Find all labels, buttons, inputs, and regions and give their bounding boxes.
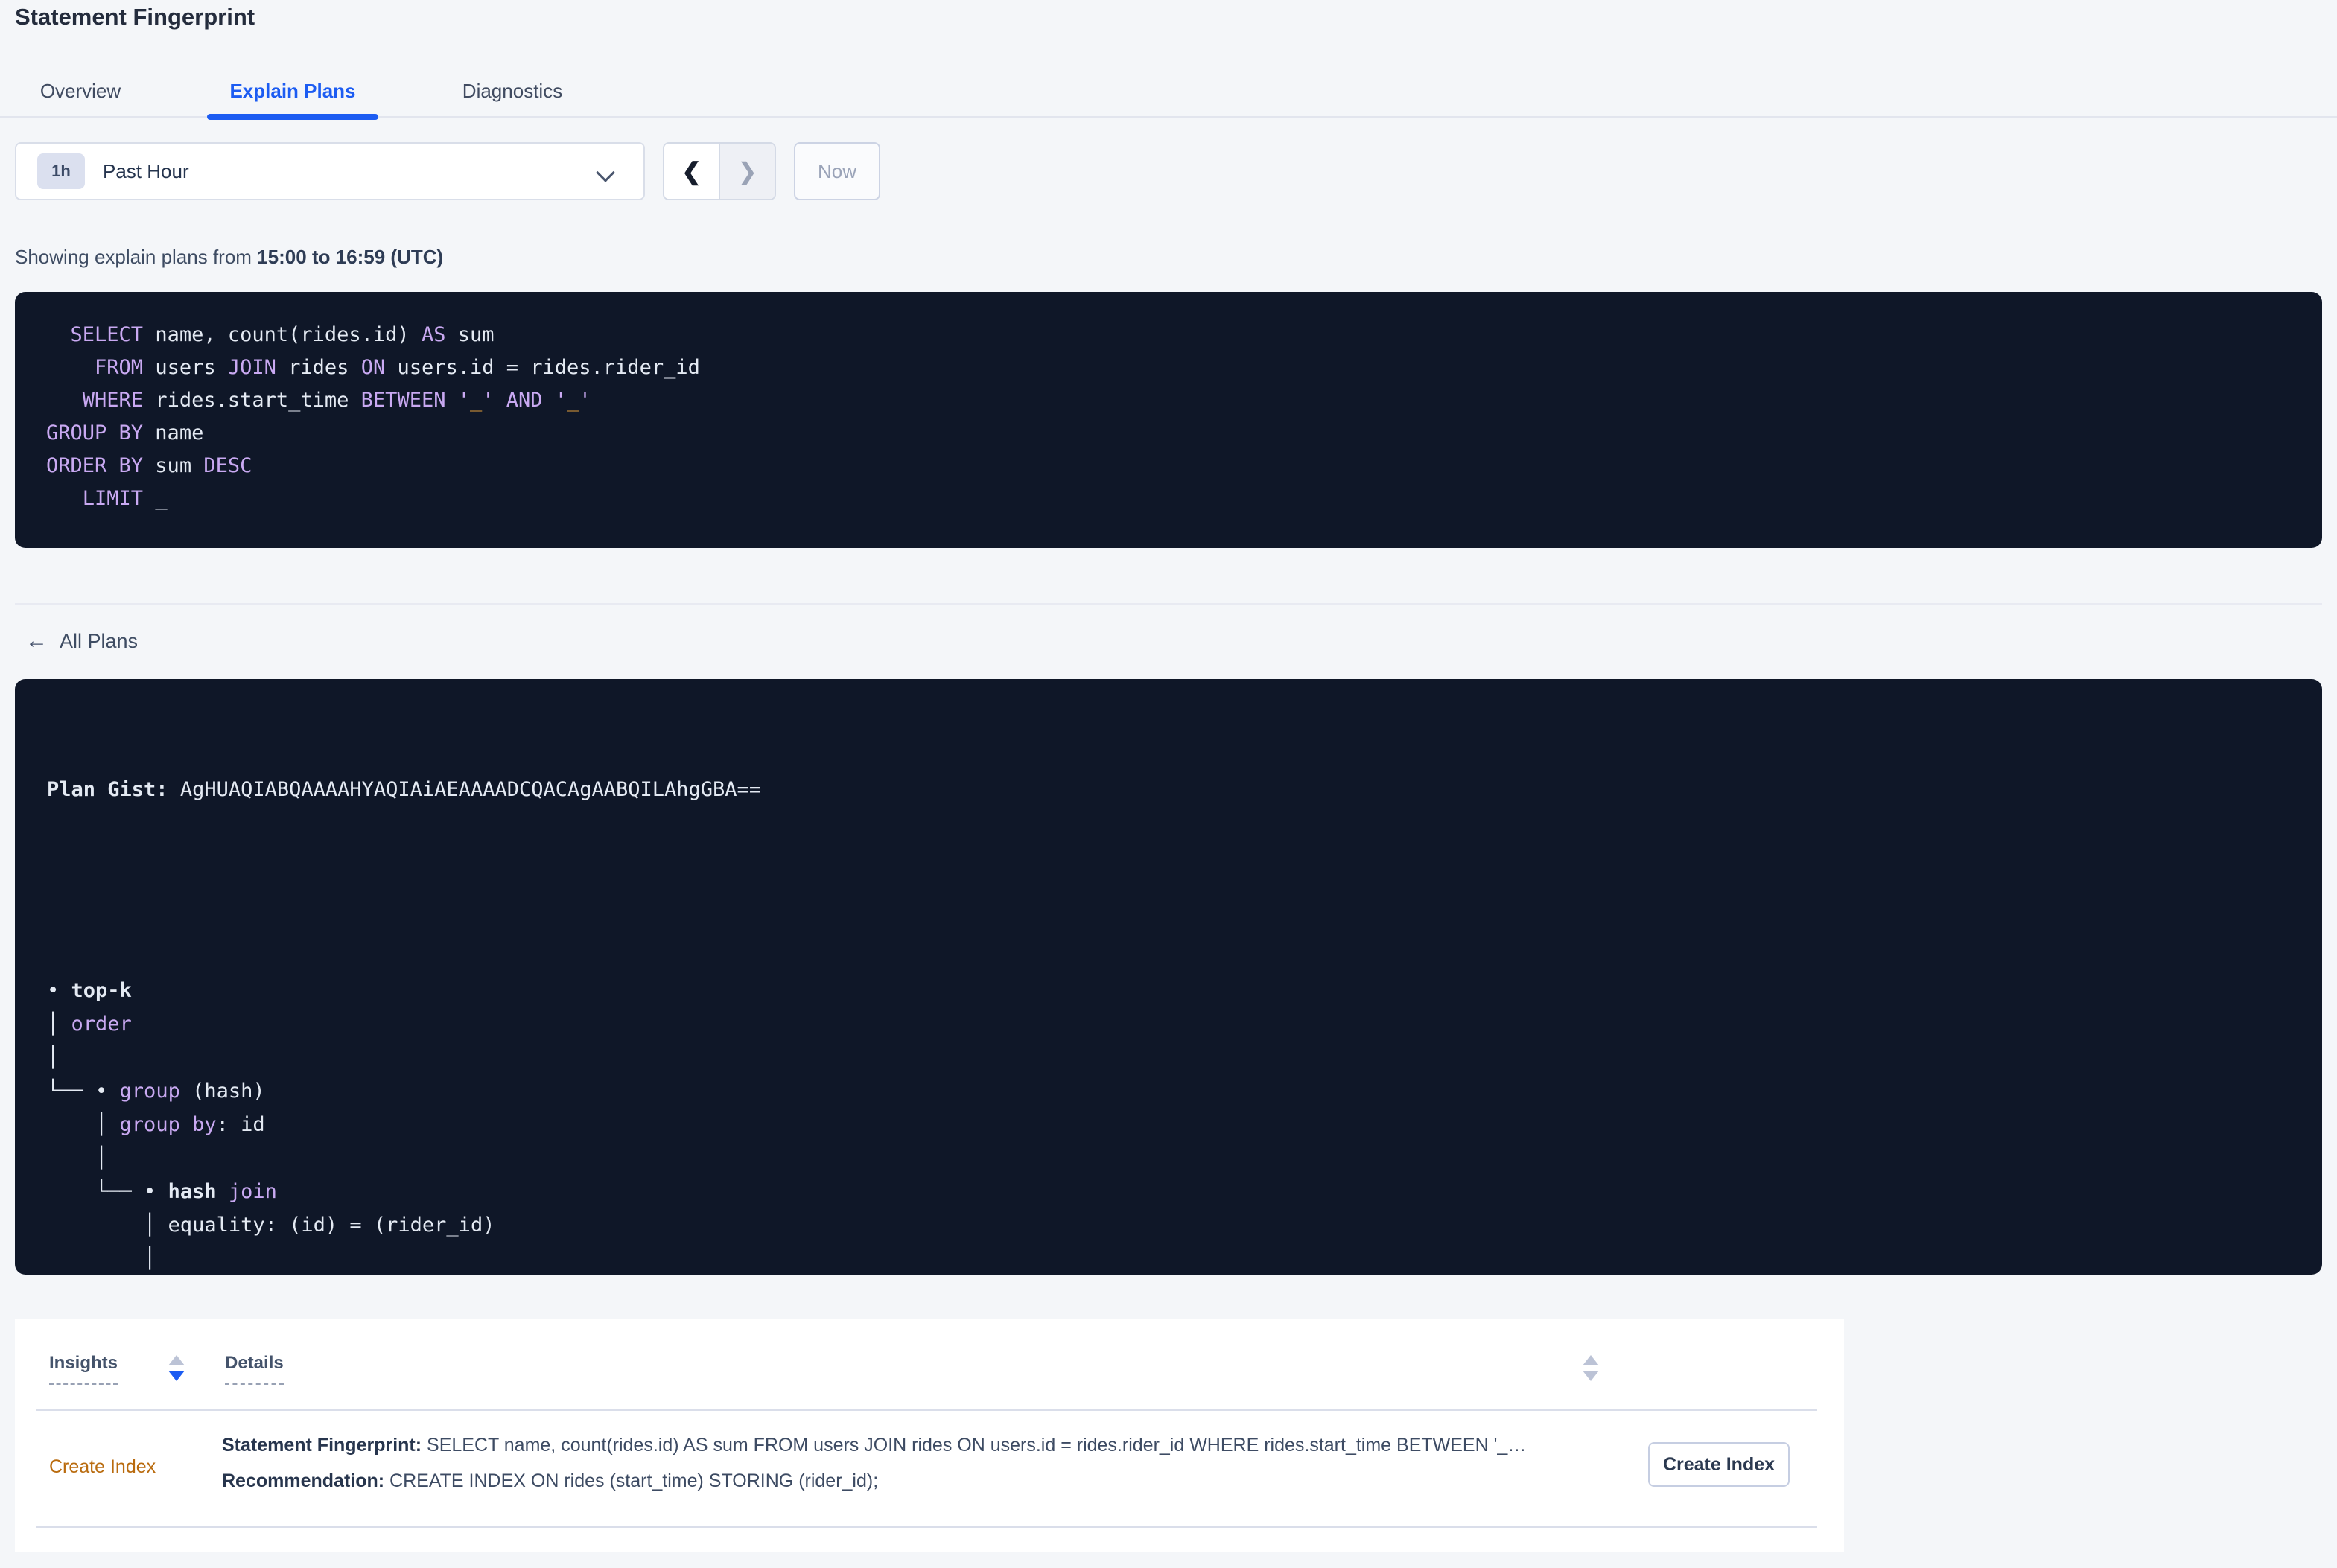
code-line: └── • hash join (47, 1180, 277, 1203)
back-arrow-icon: ← (25, 628, 48, 653)
insights-table: Insights Details Create Index Statement … (15, 1319, 1844, 1552)
code-line: │ group by: id (47, 1113, 265, 1136)
sort-up-arrow-icon (1583, 1355, 1599, 1365)
table-row-divider (36, 1526, 1817, 1528)
chevron-left-icon: ❮ (681, 158, 702, 185)
showing-range-text: Showing explain plans from 15:00 to 16:5… (15, 246, 443, 269)
section-divider (15, 603, 2322, 605)
plan-gist-value: AgHUAQIABQAAAAHYAQIAiAEAAAADCQACAgAABQIL… (179, 778, 762, 801)
recommendation-line: Recommendation: CREATE INDEX ON rides (s… (222, 1470, 879, 1491)
code-line: LIMIT _ (82, 487, 168, 510)
now-button[interactable]: Now (794, 142, 880, 200)
showing-range-value: 15:00 to 16:59 (UTC) (257, 246, 444, 268)
insights-column-header[interactable]: Insights (49, 1353, 118, 1385)
code-line: FROM users JOIN rides ON users.id = ride… (95, 356, 700, 379)
next-range-button[interactable]: ❯ (719, 144, 775, 199)
time-range-arrows: ❮ ❯ (663, 142, 776, 200)
tab-explain-plans[interactable]: Explain Plans (207, 66, 378, 120)
table-header-divider (36, 1409, 1817, 1411)
plan-gist-label: Plan Gist: (47, 778, 180, 801)
insight-details-cell: Statement Fingerprint: SELECT name, coun… (222, 1427, 1626, 1499)
plan-gist-block: Plan Gist: AgHUAQIABQAAAAHYAQIAiAEAAAADC… (15, 679, 2322, 1275)
sort-down-arrow-icon (168, 1371, 185, 1381)
chevron-right-icon: ❯ (737, 158, 757, 185)
code-line: │ equality: (id) = (rider_id) (47, 1214, 495, 1237)
code-line: SELECT name, count(rides.id) AS sum (70, 323, 495, 346)
time-range-dropdown[interactable]: 1h Past Hour (15, 142, 645, 200)
insight-type-link[interactable]: Create Index (49, 1456, 156, 1478)
code-line: ORDER BY sum DESC (46, 454, 252, 477)
all-plans-link[interactable]: ← All Plans (25, 627, 138, 655)
code-line: • top-k (47, 979, 132, 1002)
time-range-label: Past Hour (103, 159, 189, 182)
sort-down-arrow-icon (1583, 1371, 1599, 1381)
code-line: │ order (47, 1013, 132, 1036)
chevron-down-icon (596, 163, 615, 182)
tab-overview[interactable]: Overview (18, 66, 143, 116)
all-plans-label: All Plans (60, 629, 139, 652)
previous-range-button[interactable]: ❮ (664, 144, 719, 199)
tab-diagnostics[interactable]: Diagnostics (435, 66, 590, 116)
tab-bar: Overview Explain Plans Diagnostics (0, 66, 2337, 120)
plan-gist-line: Plan Gist: AgHUAQIABQAAAAHYAQIAiAEAAAADC… (47, 773, 2322, 806)
code-line: WHERE rides.start_time BETWEEN '_' AND '… (82, 389, 591, 412)
code-line: GROUP BY name (46, 421, 204, 444)
time-range-badge: 1h (37, 153, 85, 189)
sql-statement-block: SELECT name, count(rides.id) AS sum FROM… (15, 292, 2322, 548)
details-column-header[interactable]: Details (225, 1353, 284, 1385)
sort-details-icon[interactable] (1583, 1355, 1600, 1381)
page-title: Statement Fingerprint (15, 4, 255, 30)
statement-fingerprint-line: Statement Fingerprint: SELECT name, coun… (222, 1435, 1527, 1456)
code-line: │ (47, 1147, 108, 1170)
sort-insights-icon[interactable] (168, 1355, 186, 1381)
create-index-button[interactable]: Create Index (1648, 1442, 1790, 1487)
plan-tree: • top-k │ order │ └── • group (hash) │ grou… (47, 974, 2322, 1275)
code-line: │ (47, 1046, 60, 1069)
code-line: │ (47, 1247, 156, 1270)
sort-up-arrow-icon (168, 1355, 185, 1365)
showing-range-prefix: Showing explain plans from (15, 246, 258, 268)
code-line: └── • group (hash) (47, 1080, 265, 1103)
